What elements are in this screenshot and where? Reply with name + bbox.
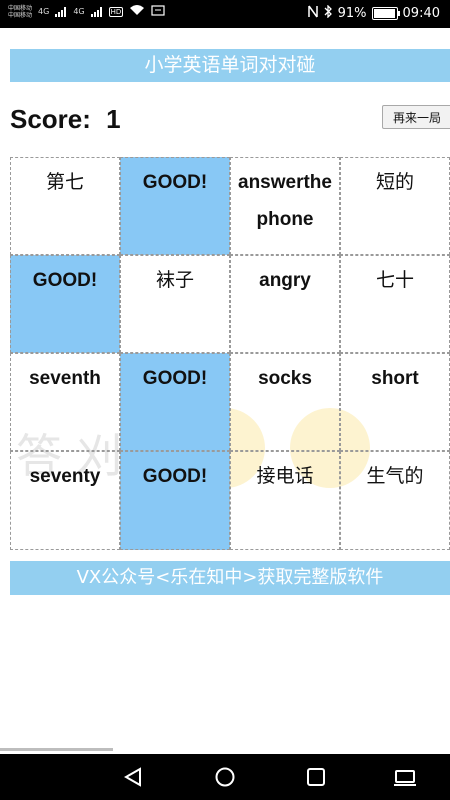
grid-cell-matched[interactable]: GOOD! — [120, 353, 230, 451]
navigation-bar — [0, 754, 450, 800]
grid-cell-matched[interactable]: GOOD! — [120, 451, 230, 550]
recent-apps-icon[interactable] — [304, 767, 328, 787]
score-value: 1 — [106, 104, 121, 134]
grid-cell-matched[interactable]: GOOD! — [120, 157, 230, 255]
keyboard-icon[interactable] — [393, 767, 417, 787]
hd-badge: HD — [108, 6, 124, 17]
battery-percent: 91% — [337, 6, 367, 21]
grid-cell-matched[interactable]: GOOD! — [10, 255, 120, 353]
grid-cell-word[interactable]: angry — [230, 255, 340, 353]
signal-type-2: 4G — [73, 7, 85, 16]
grid-cell-word[interactable]: 接电话 — [230, 451, 340, 550]
signal-type-1: 4G — [38, 7, 50, 16]
grid-cell-word[interactable]: seventy — [10, 451, 120, 550]
status-bar: 中国移动 中国移动 4G 4G HD 91% 09:40 — [0, 0, 450, 28]
signal-bars-icon — [55, 6, 67, 17]
battery-icon — [371, 7, 400, 20]
grid-cell-word[interactable]: socks — [230, 353, 340, 451]
restart-button[interactable]: 再来一局 — [382, 105, 450, 129]
scroll-indicator — [0, 748, 113, 751]
grid-cell-word[interactable]: 第七 — [10, 157, 120, 255]
score-display: Score: 1 — [10, 104, 121, 135]
nfc-icon — [307, 5, 319, 22]
grid-cell-word[interactable]: 短的 — [340, 157, 450, 255]
bluetooth-icon — [324, 4, 333, 22]
back-icon[interactable] — [122, 767, 146, 787]
word-grid: 第七 GOOD! answerthephone 短的 GOOD! 袜子 angry 七十 sev… — [10, 157, 450, 550]
carrier-2: 中国移动 — [8, 11, 33, 19]
carrier-labels: 中国移动 中国移动 — [8, 5, 32, 19]
status-left: 中国移动 中国移动 4G 4G HD — [8, 4, 165, 19]
status-right: 91% 09:40 — [307, 4, 440, 22]
grid-cell-word[interactable]: answerthephone — [230, 157, 340, 255]
carrier-1: 中国移动 — [8, 4, 33, 12]
score-label: Score: — [10, 104, 91, 134]
grid-cell-word[interactable]: seventh — [10, 353, 120, 451]
wifi-icon — [129, 4, 145, 19]
clock: 09:40 — [402, 6, 440, 21]
home-icon[interactable] — [213, 767, 237, 787]
grid-cell-word[interactable]: 袜子 — [120, 255, 230, 353]
promo-banner[interactable]: VX公众号<乐在知中>获取完整版软件 — [10, 561, 450, 595]
app-title: 小学英语单词对对碰 — [10, 49, 450, 82]
grid-cell-word[interactable]: short — [340, 353, 450, 451]
notification-icon — [151, 4, 165, 19]
signal-bars-icon-2 — [90, 6, 103, 17]
grid-cell-word[interactable]: 七十 — [340, 255, 450, 353]
grid-cell-word[interactable]: 生气的 — [340, 451, 450, 550]
